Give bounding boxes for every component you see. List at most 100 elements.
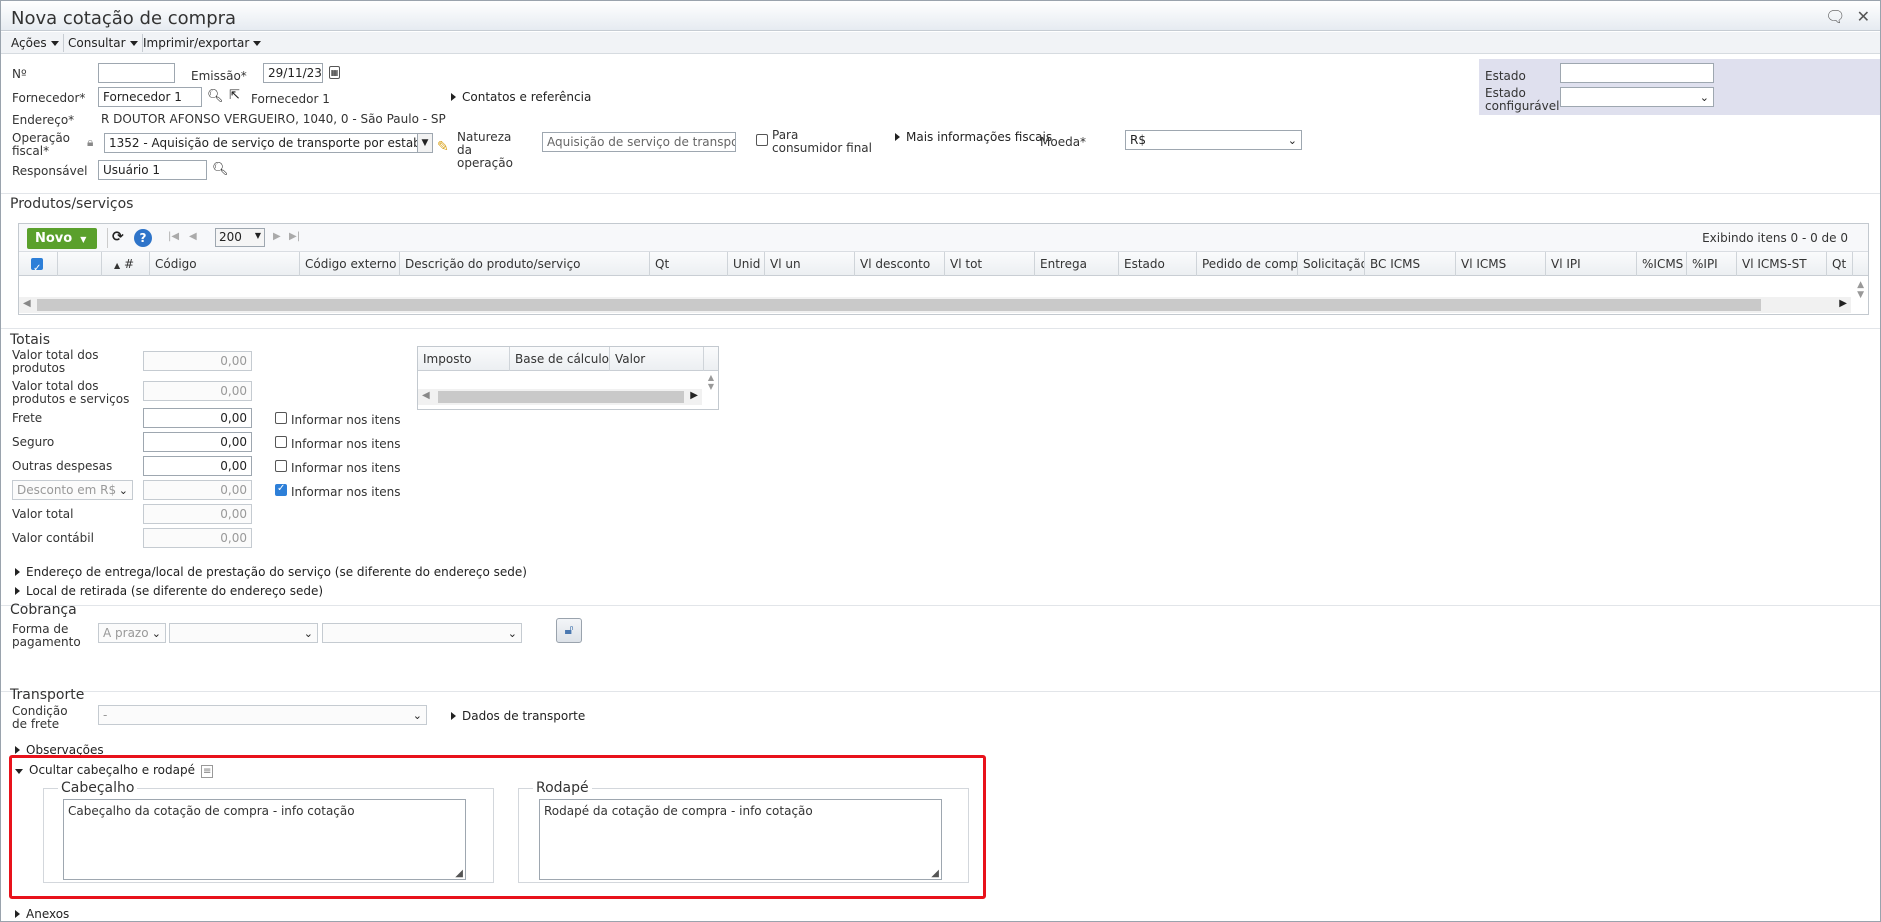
frete-input[interactable]: 0,00 [143, 408, 252, 428]
menu-acoes[interactable]: Ações [7, 34, 64, 52]
comment-icon[interactable]: 🗨 [1825, 7, 1845, 26]
anexos-toggle[interactable]: Anexos [15, 907, 69, 921]
condicao-frete-select[interactable]: - ⌄ [98, 705, 427, 725]
last-page-icon[interactable]: ▶| [289, 231, 300, 242]
scroll-thumb[interactable] [438, 391, 684, 403]
cabecalho-textarea[interactable]: Cabeçalho da cotação de compra - info co… [63, 799, 466, 880]
frete-informar-label: Informar nos itens [291, 413, 401, 427]
col-vl-desconto[interactable]: Vl desconto [855, 252, 945, 276]
col-pedido-compra[interactable]: Pedido de compra [1197, 252, 1298, 276]
menu-imprimir[interactable]: Imprimir/exportar [139, 34, 265, 52]
document-icon[interactable]: ≡ [200, 765, 214, 778]
vertical-scrollbar[interactable]: ▲ ▼ [708, 373, 714, 391]
anexos-label: Anexos [26, 907, 70, 921]
frete-informar-checkbox[interactable] [275, 412, 287, 424]
col-qt[interactable]: Qt [650, 252, 728, 276]
prev-page-icon[interactable]: ◀ [189, 231, 197, 242]
outras-despesas-input[interactable]: 0,00 [143, 456, 252, 476]
ocultar-cab-rodape-toggle[interactable]: Ocultar cabeçalho e rodapé ≡ [15, 763, 214, 778]
unlock-icon[interactable]: 🔓︎ [556, 618, 582, 643]
natureza-input[interactable]: Aquisição de serviço de transporte [542, 132, 736, 152]
operacao-label: Operação fiscal* [12, 131, 71, 158]
mais-info-link[interactable]: Mais informações fiscais [895, 130, 1052, 144]
help-icon[interactable]: ? [134, 229, 152, 247]
col-bc-icms[interactable]: BC ICMS [1365, 252, 1456, 276]
col-imposto[interactable]: Imposto [418, 347, 510, 371]
col-qt-extra[interactable]: Qt [1827, 252, 1853, 276]
scroll-thumb[interactable] [37, 299, 1761, 311]
seguro-informar-checkbox[interactable] [275, 436, 287, 448]
scroll-left-icon[interactable]: ◀ [422, 390, 430, 401]
fornecedor-input[interactable]: Fornecedor 1 [98, 87, 202, 107]
endereco-entrega-toggle[interactable]: Endereço de entrega/local de prestação d… [15, 565, 527, 579]
emissao-input[interactable]: 29/11/23 [263, 63, 323, 83]
page-size-value: 200 [219, 230, 242, 244]
col-descricao[interactable]: Descrição do produto/serviço [400, 252, 650, 276]
estado-config-select[interactable]: ⌄ [1560, 87, 1714, 107]
page-size-select[interactable]: 200 ▼ [215, 228, 265, 247]
col-pct-ipi[interactable]: %IPI [1687, 252, 1737, 276]
dados-transporte-link[interactable]: Dados de transporte [451, 709, 585, 723]
horizontal-scrollbar[interactable]: ◀ ▶ [19, 297, 1851, 313]
col-estado[interactable]: Estado [1119, 252, 1197, 276]
vertical-scrollbar[interactable]: ▲ ▼ [1857, 280, 1864, 300]
total-produtos-servicos-input: 0,00 [143, 381, 252, 401]
desconto-select[interactable]: Desconto em R$ ⌄ [12, 480, 133, 500]
close-icon[interactable]: ✕ [1857, 7, 1870, 26]
seguro-input[interactable]: 0,00 [143, 432, 252, 452]
local-retirada-toggle[interactable]: Local de retirada (se diferente do ender… [15, 584, 323, 598]
conta-select[interactable]: ⌄ [322, 623, 522, 643]
col-vl-tot[interactable]: Vl tot [945, 252, 1035, 276]
horizontal-scrollbar[interactable]: ◀ ▶ [418, 389, 702, 405]
col-vl-ipi[interactable]: Vl IPI [1546, 252, 1637, 276]
scroll-left-icon[interactable]: ◀ [23, 298, 31, 309]
rodape-textarea[interactable]: Rodapé da cotação de compra - info cotaç… [539, 799, 942, 880]
scroll-right-icon[interactable]: ▶ [690, 390, 698, 401]
resize-handle-icon[interactable]: ◢ [455, 868, 463, 879]
novo-button[interactable]: Novo ▼ [27, 228, 97, 249]
menu-consultar[interactable]: Consultar [64, 34, 143, 52]
select-all-checkbox[interactable] [31, 257, 43, 276]
col-codigo[interactable]: Código [150, 252, 300, 276]
seguro-informar-label: Informar nos itens [291, 437, 401, 451]
resize-handle-icon[interactable]: ◢ [931, 868, 939, 879]
estado-input[interactable] [1560, 63, 1714, 83]
chevron-down-icon: ⌄ [412, 709, 422, 722]
moeda-select[interactable]: R$ ⌄ [1125, 130, 1302, 150]
pencil-icon[interactable]: ✎ [437, 139, 449, 155]
desconto-input[interactable]: 0,00 [143, 480, 252, 500]
search-icon[interactable]: 🔍︎ [212, 162, 229, 177]
col-entrega[interactable]: Entrega [1035, 252, 1119, 276]
col-valor[interactable]: Valor [610, 347, 704, 371]
col-index[interactable]: ▲ # [102, 252, 150, 276]
col-vl-icms[interactable]: Vl ICMS [1456, 252, 1546, 276]
contatos-link[interactable]: Contatos e referência [451, 90, 591, 104]
outras-despesas-informar-checkbox[interactable] [275, 460, 287, 472]
external-link-icon[interactable]: ⇱ [229, 88, 240, 103]
col-pct-icms[interactable]: %ICMS [1637, 252, 1687, 276]
consumidor-final-checkbox[interactable] [756, 134, 768, 146]
desconto-informar-checkbox[interactable] [275, 483, 287, 496]
condicao-pagamento-select[interactable]: ⌄ [169, 623, 318, 643]
forma-pagamento-select[interactable]: A prazo ⌄ [98, 623, 166, 643]
produtos-section-title: Produtos/serviços [10, 196, 134, 212]
col-vl-un[interactable]: Vl un [765, 252, 855, 276]
mais-info-link-label: Mais informações fiscais [906, 130, 1053, 144]
col-index-label: # [123, 257, 135, 271]
first-page-icon[interactable]: |◀ [168, 231, 179, 242]
numero-input[interactable] [98, 63, 175, 83]
col-codigo-externo[interactable]: Código externo [300, 252, 400, 276]
col-base-calculo[interactable]: Base de cálculo [510, 347, 610, 371]
operacao-select[interactable]: 1352 - Aquisição de serviço de transport… [104, 133, 433, 153]
refresh-icon[interactable]: ⟳ [112, 229, 124, 245]
col-solicitacao[interactable]: Solicitação de [1298, 252, 1365, 276]
calendar-icon[interactable]: ▦ [329, 66, 340, 79]
col-vl-icms-st[interactable]: Vl ICMS-ST [1737, 252, 1827, 276]
search-icon[interactable]: 🔍︎ [207, 89, 224, 104]
col-unid[interactable]: Unid [728, 252, 765, 276]
chevron-down-icon: ▼ [80, 235, 87, 244]
scroll-right-icon[interactable]: ▶ [1839, 298, 1847, 309]
grid-toolbar: Novo ▼ ⟳ ? |◀ ◀ 200 ▼ ▶ ▶| Exibindo itens… [19, 224, 1868, 252]
next-page-icon[interactable]: ▶ [273, 231, 281, 242]
responsavel-input[interactable]: Usuário 1 [98, 160, 207, 180]
